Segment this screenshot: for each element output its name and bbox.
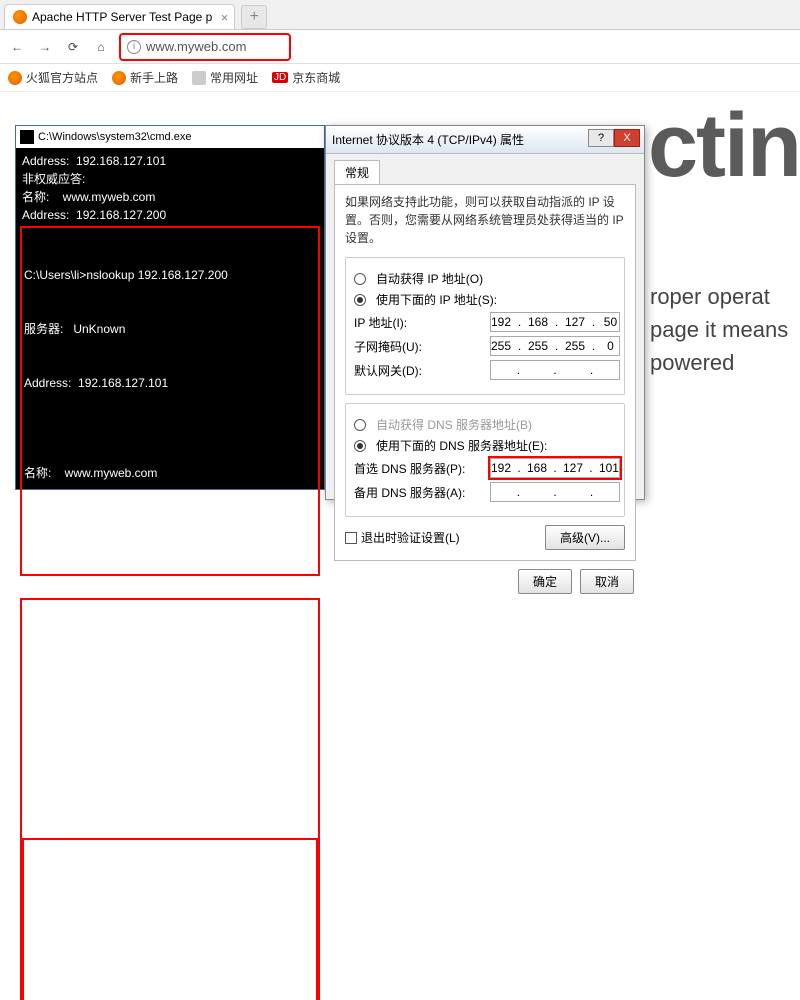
bookmark-label: 常用网址 [210, 69, 258, 86]
cmd-icon [20, 130, 34, 144]
cmd-line: Address: 192.168.127.101 [24, 746, 316, 764]
cmd-title-text: C:\Windows\system32\cmd.exe [38, 131, 191, 143]
forward-icon[interactable]: → [36, 38, 54, 56]
label-dns2: 备用 DNS 服务器(A): [354, 484, 484, 501]
bookmark-item[interactable]: JD 京东商城 [272, 69, 340, 86]
ip-group: 自动获得 IP 地址(O) 使用下面的 IP 地址(S): IP 地址(I): … [345, 257, 625, 395]
folder-icon [192, 71, 206, 85]
cmd-line: 非权威应答: [26, 878, 314, 896]
dialog-footer: 确定 取消 [326, 561, 644, 602]
dns1-input[interactable]: 192.168.127.101 [490, 458, 620, 478]
browser-tab[interactable]: Apache HTTP Server Test Page p × [4, 4, 235, 29]
url-text: www.myweb.com [146, 39, 246, 54]
cmd-line: Address: 192.168.127.101 [22, 152, 318, 170]
highlight-box-inner: 非权威应答: 名称: www.myweb.com Address: 192.16… [22, 838, 318, 1000]
background-text: roper operatpage it meanspowered [650, 280, 800, 379]
dialog-tabs: 常规 [326, 154, 644, 184]
jd-icon: JD [272, 72, 288, 83]
back-icon[interactable]: ← [8, 38, 26, 56]
label-dns1: 首选 DNS 服务器(P): [354, 460, 484, 477]
tab-title: Apache HTTP Server Test Page p [32, 10, 212, 24]
background-heading: ctin [648, 95, 800, 198]
label-gateway: 默认网关(D): [354, 362, 484, 379]
dialog-title: Internet 协议版本 4 (TCP/IPv4) 属性 [332, 131, 524, 148]
cmd-line: Address: 192.168.127.200 [26, 986, 314, 1000]
help-button[interactable]: ? [588, 129, 614, 147]
cmd-line: Address: 192.168.127.200 [22, 206, 318, 224]
cmd-window: C:\Windows\system32\cmd.exe Address: 192… [15, 125, 325, 490]
page-icon [13, 10, 27, 24]
mask-input[interactable]: 255.255.255.0 [490, 336, 620, 356]
radio-label: 使用下面的 DNS 服务器地址(E): [376, 437, 547, 454]
checkbox-label: 退出时验证设置(L) [361, 531, 460, 545]
radio-label: 自动获得 IP 地址(O) [376, 270, 483, 287]
cmd-body[interactable]: Address: 192.168.127.101 非权威应答: 名称: www.… [16, 148, 324, 1000]
bookmark-item[interactable]: 常用网址 [192, 69, 258, 86]
label-ip: IP 地址(I): [354, 314, 484, 331]
firefox-icon [8, 71, 22, 85]
bookmark-item[interactable]: 新手上路 [112, 69, 178, 86]
cmd-line: C:\Users\li>nslookup 192.168.127.200 [24, 266, 316, 284]
firefox-icon [112, 71, 126, 85]
cmd-line: Address: 192.168.127.200 [24, 518, 316, 536]
cmd-line: 服务器: UnKnown [24, 320, 316, 338]
cmd-line: Address: 192.168.127.101 [24, 374, 316, 392]
cmd-line: 非权威应答: [22, 170, 318, 188]
cmd-titlebar[interactable]: C:\Windows\system32\cmd.exe [16, 126, 324, 148]
new-tab-button[interactable]: + [241, 5, 267, 29]
window-buttons: ? X [588, 129, 640, 147]
reload-icon[interactable]: ⟳ [64, 38, 82, 56]
tcpip-dialog: Internet 协议版本 4 (TCP/IPv4) 属性 ? X 常规 如果网… [325, 125, 645, 500]
close-button[interactable]: X [614, 129, 640, 147]
dialog-lower: 退出时验证设置(L) 高级(V)... [345, 525, 625, 550]
dns2-input[interactable]: ... [490, 482, 620, 502]
advanced-button[interactable]: 高级(V)... [545, 525, 625, 550]
validate-checkbox[interactable] [345, 532, 357, 544]
cmd-line: C:\Users\li>nslookup www.myweb.com [24, 638, 316, 656]
ok-button[interactable]: 确定 [518, 569, 572, 594]
url-bar[interactable]: i www.myweb.com [120, 34, 290, 60]
radio-auto-dns[interactable] [354, 419, 366, 431]
label-mask: 子网掩码(U): [354, 338, 484, 355]
close-tab-icon[interactable]: × [221, 10, 229, 25]
radio-auto-ip[interactable] [354, 273, 366, 285]
tab-general[interactable]: 常规 [334, 160, 380, 184]
bookmarks-bar: 火狐官方站点 新手上路 常用网址 JD 京东商城 [0, 64, 800, 92]
cmd-line: 服务器: UnKnown [24, 692, 316, 710]
bookmark-label: 京东商城 [292, 69, 340, 86]
bookmark-label: 新手上路 [130, 69, 178, 86]
tab-strip: Apache HTTP Server Test Page p × + [0, 0, 800, 30]
radio-label: 使用下面的 IP 地址(S): [376, 291, 497, 308]
cancel-button[interactable]: 取消 [580, 569, 634, 594]
gateway-input[interactable]: ... [490, 360, 620, 380]
highlight-box: C:\Users\li>nslookup www.myweb.com 服务器: … [20, 598, 320, 1000]
home-icon[interactable]: ⌂ [92, 38, 110, 56]
radio-use-ip[interactable] [354, 294, 366, 306]
dialog-titlebar[interactable]: Internet 协议版本 4 (TCP/IPv4) 属性 ? X [326, 126, 644, 154]
cmd-line: 名称: www.myweb.com [26, 932, 314, 950]
bookmark-item[interactable]: 火狐官方站点 [8, 69, 98, 86]
info-icon[interactable]: i [127, 40, 141, 54]
ip-input[interactable]: 192.168.127.50 [490, 312, 620, 332]
highlight-box: C:\Users\li>nslookup 192.168.127.200 服务器… [20, 226, 320, 576]
dialog-content: 如果网络支持此功能，则可以获取自动指派的 IP 设置。否则，您需要从网络系统管理… [334, 184, 636, 561]
nav-toolbar: ← → ⟳ ⌂ i www.myweb.com [0, 30, 800, 64]
radio-label: 自动获得 DNS 服务器地址(B) [376, 416, 532, 433]
dialog-note: 如果网络支持此功能，则可以获取自动指派的 IP 设置。否则，您需要从网络系统管理… [345, 193, 625, 247]
cmd-line: 名称: www.myweb.com [24, 464, 316, 482]
radio-use-dns[interactable] [354, 440, 366, 452]
cmd-line: 名称: www.myweb.com [22, 188, 318, 206]
bookmark-label: 火狐官方站点 [26, 69, 98, 86]
